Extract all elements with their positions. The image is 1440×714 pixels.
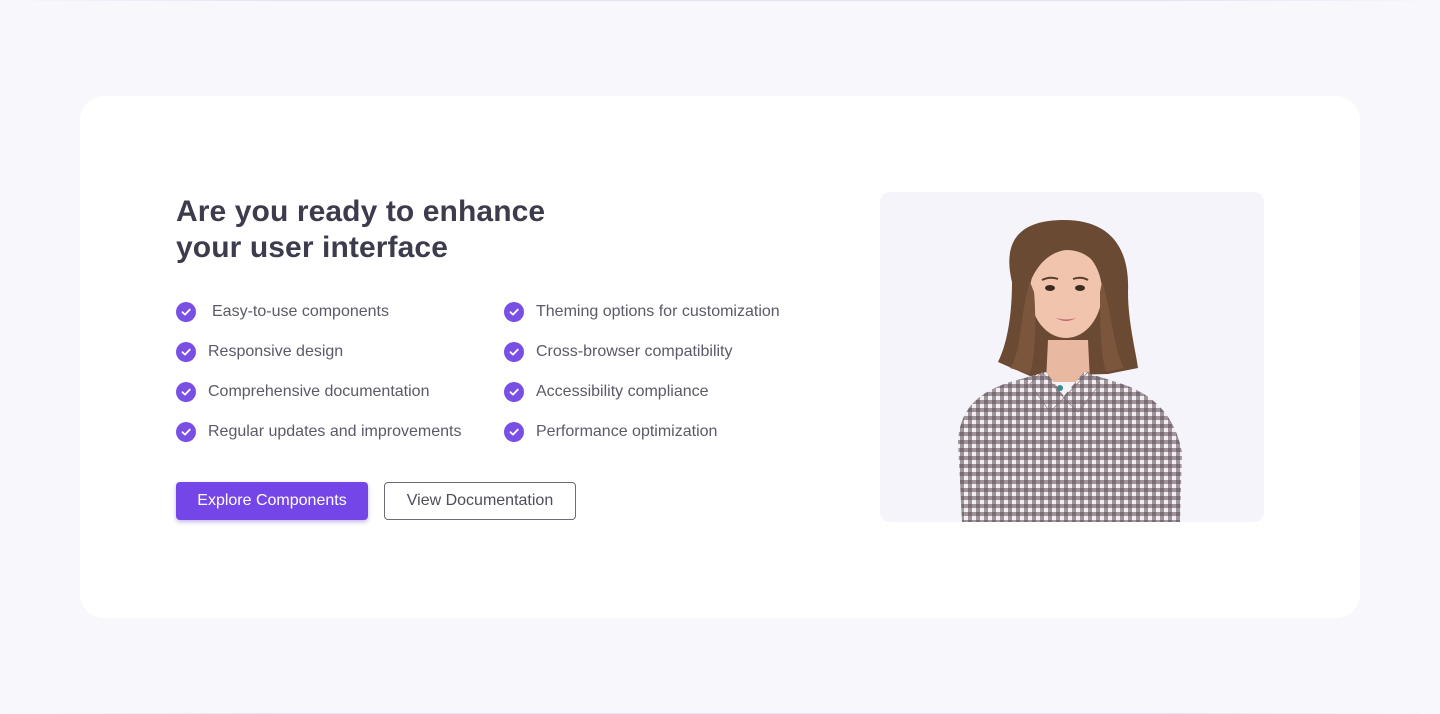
feature-label: Performance optimization [536, 423, 718, 440]
feature-item: Responsive design [176, 340, 343, 364]
top-divider [0, 0, 1440, 1]
person-illustration [958, 220, 1182, 522]
check-circle-icon [504, 302, 524, 322]
feature-item: Theming options for customization [504, 300, 780, 324]
feature-label: Easy-to-use components [212, 303, 389, 320]
check-circle-icon [504, 342, 524, 362]
feature-item: Performance optimization [504, 420, 717, 444]
heading-line-1: Are you ready to enhance [176, 195, 546, 228]
feature-item: Comprehensive documentation [176, 380, 429, 404]
cta-card: Are you ready to enhance your user inter… [80, 96, 1360, 618]
feature-label: Comprehensive documentation [208, 383, 430, 400]
view-documentation-button[interactable]: View Documentation [384, 482, 576, 520]
cta-heading: Are you ready to enhance your user inter… [176, 194, 616, 266]
feature-label: Accessibility compliance [536, 383, 709, 400]
feature-item: Cross-browser compatibility [504, 340, 733, 364]
check-circle-icon [176, 422, 196, 442]
feature-item: Regular updates and improvements [176, 420, 461, 444]
feature-list: Easy-to-use components Responsive design… [176, 300, 816, 460]
check-circle-icon [176, 382, 196, 402]
feature-item: Easy-to-use components [176, 300, 389, 324]
explore-components-button[interactable]: Explore Components [176, 482, 368, 520]
check-circle-icon [504, 382, 524, 402]
check-circle-icon [504, 422, 524, 442]
person-photo [880, 192, 1264, 522]
feature-label: Regular updates and improvements [208, 423, 462, 440]
check-circle-icon [176, 342, 196, 362]
heading-line-2: your user interface [176, 231, 449, 264]
feature-label: Theming options for customization [536, 303, 780, 320]
feature-label: Cross-browser compatibility [536, 343, 733, 360]
check-circle-icon [176, 302, 196, 322]
feature-label: Responsive design [208, 343, 344, 360]
feature-item: Accessibility compliance [504, 380, 709, 404]
